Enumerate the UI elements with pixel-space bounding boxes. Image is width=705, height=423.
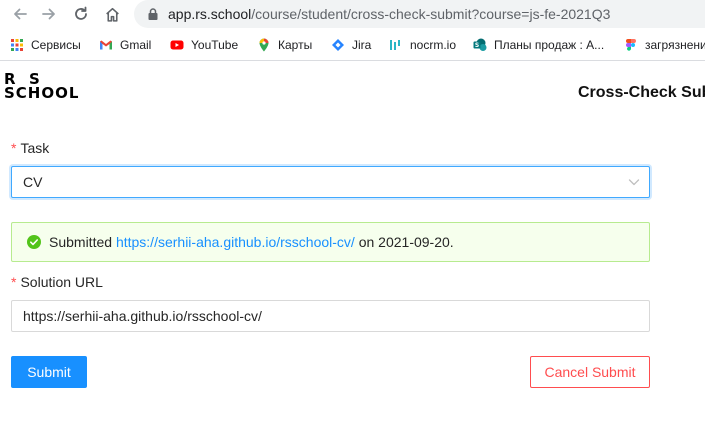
page-title: Cross-Check Sub xyxy=(578,84,705,101)
url-text: app.rs.school/course/student/cross-check… xyxy=(168,6,611,22)
alert-suffix: on 2021-09-20. xyxy=(354,234,454,250)
bookmarks-bar: Сервисы Gmail YouTube Карты Jira nocrm.i… xyxy=(0,29,705,61)
bookmark-label: Карты xyxy=(278,38,313,52)
bookmark-jira[interactable]: Jira xyxy=(331,37,371,53)
rs-school-logo[interactable]: R S SCHOOL xyxy=(4,72,88,102)
nocrm-icon xyxy=(390,40,400,50)
chevron-down-icon xyxy=(628,179,640,186)
solution-url-label: * Solution URL xyxy=(11,274,103,290)
forward-button[interactable] xyxy=(38,3,60,25)
solution-url-input[interactable] xyxy=(11,300,650,332)
bookmark-gmail[interactable]: Gmail xyxy=(99,37,151,53)
home-button[interactable] xyxy=(101,3,123,25)
bookmark-label: загрязнени xyxy=(645,38,705,52)
lock-icon xyxy=(148,8,158,20)
solution-url-label-text: Solution URL xyxy=(20,274,103,290)
reload-button[interactable] xyxy=(70,3,92,25)
bookmark-label: Сервисы xyxy=(31,38,81,52)
arrow-left-icon xyxy=(14,8,27,20)
required-asterisk: * xyxy=(11,274,17,290)
bookmark-label: YouTube xyxy=(191,38,239,52)
bookmark-figma[interactable]: загрязнени xyxy=(624,37,705,53)
cancel-submit-button[interactable]: Cancel Submit xyxy=(530,356,650,388)
apps-grid-icon xyxy=(11,39,23,51)
figma-icon xyxy=(626,39,636,51)
alert-prefix: Submitted xyxy=(49,234,116,250)
submitted-link[interactable]: https://serhii-aha.github.io/rsschool-cv… xyxy=(116,234,355,250)
arrow-right-icon xyxy=(42,8,55,20)
browser-toolbar: app.rs.school/course/student/cross-check… xyxy=(0,0,705,28)
reload-icon xyxy=(75,6,87,20)
submit-button[interactable]: Submit xyxy=(11,356,87,388)
youtube-icon xyxy=(170,40,184,50)
sharepoint-icon: S xyxy=(473,38,487,51)
required-asterisk: * xyxy=(11,140,17,156)
home-icon xyxy=(105,7,119,22)
bookmark-services[interactable]: Сервисы xyxy=(10,37,81,53)
maps-pin-icon xyxy=(259,38,269,52)
gmail-icon xyxy=(100,40,112,50)
bookmark-label: Планы продаж : А... xyxy=(494,38,605,52)
logo-line-school: SCHOOL xyxy=(4,84,80,102)
task-label-text: Task xyxy=(20,140,50,156)
task-select[interactable]: CV xyxy=(11,166,650,198)
bookmark-sales-plans[interactable]: S Планы продаж : А... xyxy=(473,37,604,53)
address-bar[interactable]: app.rs.school/course/student/cross-check… xyxy=(134,0,705,28)
submission-success-alert: Submitted https://serhii-aha.github.io/r… xyxy=(11,222,650,262)
bookmark-nocrm[interactable]: nocrm.io xyxy=(389,37,456,53)
bookmark-youtube[interactable]: YouTube xyxy=(170,37,238,53)
bookmark-label: Gmail xyxy=(120,38,152,52)
bookmark-label: nocrm.io xyxy=(410,38,457,52)
bookmark-maps[interactable]: Карты xyxy=(257,37,312,53)
task-select-value: CV xyxy=(23,174,43,190)
svg-text:S: S xyxy=(475,42,479,49)
jira-icon xyxy=(332,39,344,51)
bookmark-label: Jira xyxy=(352,38,372,52)
back-button[interactable] xyxy=(9,3,31,25)
check-circle-icon xyxy=(27,235,41,249)
alert-message: Submitted https://serhii-aha.github.io/r… xyxy=(49,234,454,250)
task-label: * Task xyxy=(11,140,49,156)
